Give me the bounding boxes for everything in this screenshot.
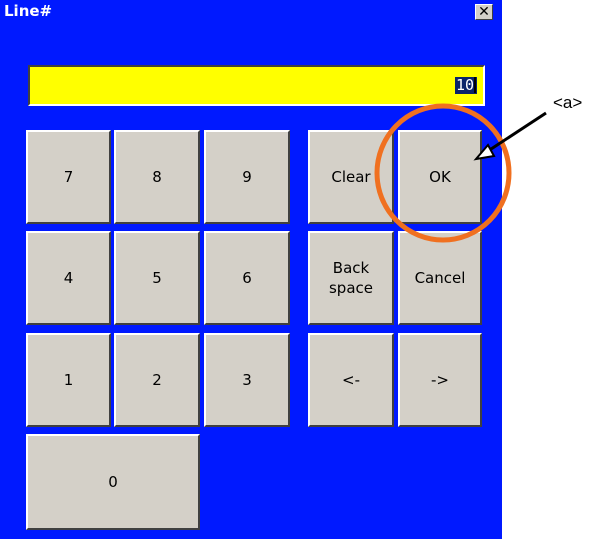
- clear-button[interactable]: Clear: [308, 130, 394, 224]
- title-bar: Line# ✕: [0, 0, 502, 25]
- key-7[interactable]: 7: [26, 130, 111, 224]
- key-2[interactable]: 2: [114, 333, 200, 427]
- key-0[interactable]: 0: [26, 434, 200, 530]
- close-button[interactable]: ✕: [475, 4, 493, 20]
- backspace-label-line1: Back: [332, 259, 370, 277]
- cursor-left-button[interactable]: <-: [308, 333, 394, 427]
- key-6[interactable]: 6: [204, 231, 290, 325]
- key-4[interactable]: 4: [26, 231, 111, 325]
- backspace-label-line2: space: [328, 279, 373, 297]
- cancel-button[interactable]: Cancel: [398, 231, 482, 325]
- value-display[interactable]: 10: [28, 65, 485, 106]
- key-3[interactable]: 3: [204, 333, 290, 427]
- key-8[interactable]: 8: [114, 130, 200, 224]
- keypad-dialog: Line# ✕ 10 7 8 9 4 5 6 1 2 3 0 Clear OK …: [0, 0, 502, 539]
- backspace-button[interactable]: Back space: [308, 231, 394, 325]
- display-value: 10: [454, 77, 477, 94]
- text-caret: [474, 77, 476, 93]
- cursor-right-button[interactable]: ->: [398, 333, 482, 427]
- key-1[interactable]: 1: [26, 333, 111, 427]
- annotation-label: <a>: [553, 93, 583, 112]
- ok-button[interactable]: OK: [398, 130, 482, 224]
- key-9[interactable]: 9: [204, 130, 290, 224]
- window-title: Line#: [4, 2, 53, 20]
- key-5[interactable]: 5: [114, 231, 200, 325]
- close-icon: ✕: [478, 4, 490, 20]
